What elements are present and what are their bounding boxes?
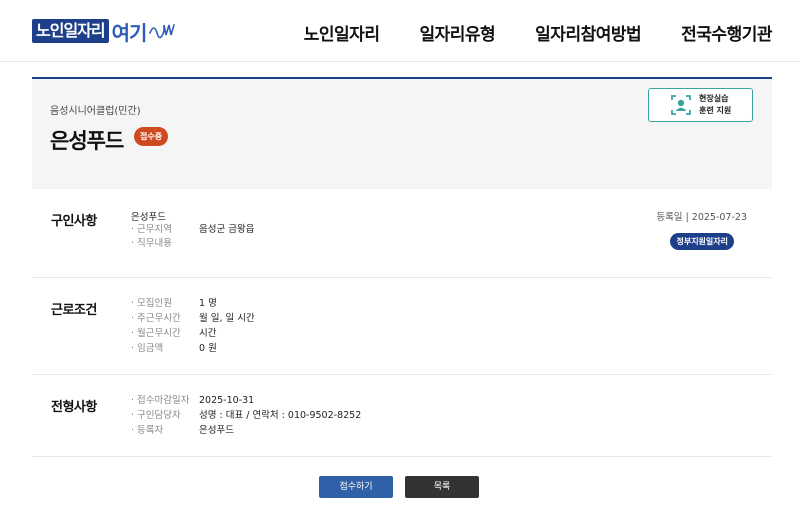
nav-item-how-to-join[interactable]: 일자리참여방법	[535, 20, 641, 45]
row-value: 시간	[199, 328, 217, 339]
gov-support-badge: 정부지원일자리	[670, 233, 734, 250]
person-frame-icon	[671, 95, 691, 115]
info-row: · 임금액 0 원	[131, 342, 217, 356]
section-title: 전형사항	[51, 400, 97, 415]
recruit-section: 구인사항 은성푸드 · 근무지역 음성군 금왕읍 · 직무내용 등록일 | 202…	[32, 189, 772, 278]
training-badge-line1: 현장실습	[699, 94, 729, 103]
selection-section: 전형사항 · 접수마감일자 2025-10-31 · 구인담당자 성명 : 대표 /…	[32, 375, 772, 457]
nav-item-job-types[interactable]: 일자리유형	[419, 20, 495, 45]
row-label: · 구인담당자	[131, 410, 181, 421]
row-label: · 근무지역	[131, 224, 172, 235]
job-title: 은성푸드	[50, 129, 124, 153]
row-value: 은성푸드	[199, 425, 234, 436]
registration-date: 등록일 | 2025-07-23	[656, 212, 747, 223]
info-row: · 모집인원 1 명	[131, 297, 217, 311]
logo-text-secondary: 여기	[111, 20, 148, 45]
row-label: · 임금액	[131, 343, 164, 354]
row-label: · 등록자	[131, 425, 164, 436]
nav-item-senior-jobs[interactable]: 노인일자리	[304, 20, 380, 45]
info-row: · 직무내용	[131, 237, 199, 251]
row-value: 1 명	[199, 298, 217, 309]
site-header: 노인일자리 여기 노인일자리 일자리유형 일자리참여방법 전국수행기관	[0, 0, 800, 62]
section-title: 구인사항	[51, 214, 97, 229]
row-value: 음성군 금왕읍	[199, 224, 255, 235]
info-row: · 근무지역 음성군 금왕읍	[131, 223, 254, 237]
field-training-badge: 현장실습 훈련 지원	[648, 88, 753, 122]
row-label: · 접수마감일자	[131, 395, 190, 406]
row-value: 2025-10-31	[199, 395, 255, 406]
row-label: · 직무내용	[131, 238, 172, 249]
row-label: · 월근무시간	[131, 328, 181, 339]
info-row: · 주근무시간 월 일, 일 시간	[131, 312, 255, 326]
company-name: 은성푸드	[131, 212, 166, 223]
training-badge-line2: 훈련 지원	[699, 106, 732, 115]
status-badge: 접수중	[134, 127, 169, 146]
row-value: 월 일, 일 시간	[199, 313, 255, 324]
main-nav: 노인일자리 일자리유형 일자리참여방법 전국수행기관	[264, 20, 773, 45]
logo-text-primary: 노인일자리	[32, 19, 109, 43]
row-value: 0 원	[199, 343, 217, 354]
conditions-section: 근로조건 · 모집인원 1 명 · 주근무시간 월 일, 일 시간 · 월근무시간 시…	[32, 278, 772, 375]
row-label: · 주근무시간	[131, 313, 181, 324]
info-row: · 구인담당자 성명 : 대표 / 연락처 : 010-9502-8252	[131, 409, 361, 423]
organization-name: 음성시니어클럽(민간)	[50, 106, 141, 117]
logo-squiggle-icon	[149, 24, 176, 39]
info-row: · 접수마감일자 2025-10-31	[131, 394, 254, 408]
row-value: 성명 : 대표 / 연락처 : 010-9502-8252	[199, 410, 362, 421]
nav-item-agencies[interactable]: 전국수행기관	[681, 20, 772, 45]
info-row: · 월근무시간 시간	[131, 327, 216, 341]
section-title: 근로조건	[51, 303, 97, 318]
row-label: · 모집인원	[131, 298, 172, 309]
info-row: · 등록자 은성푸드	[131, 424, 234, 438]
site-logo[interactable]: 노인일자리 여기	[32, 18, 180, 45]
job-title-card: 음성시니어클럽(민간) 은성푸드 접수중 현장실습 훈련 지원	[32, 77, 772, 189]
apply-button[interactable]: 접수하기	[319, 476, 393, 498]
list-button[interactable]: 목록	[405, 476, 479, 498]
